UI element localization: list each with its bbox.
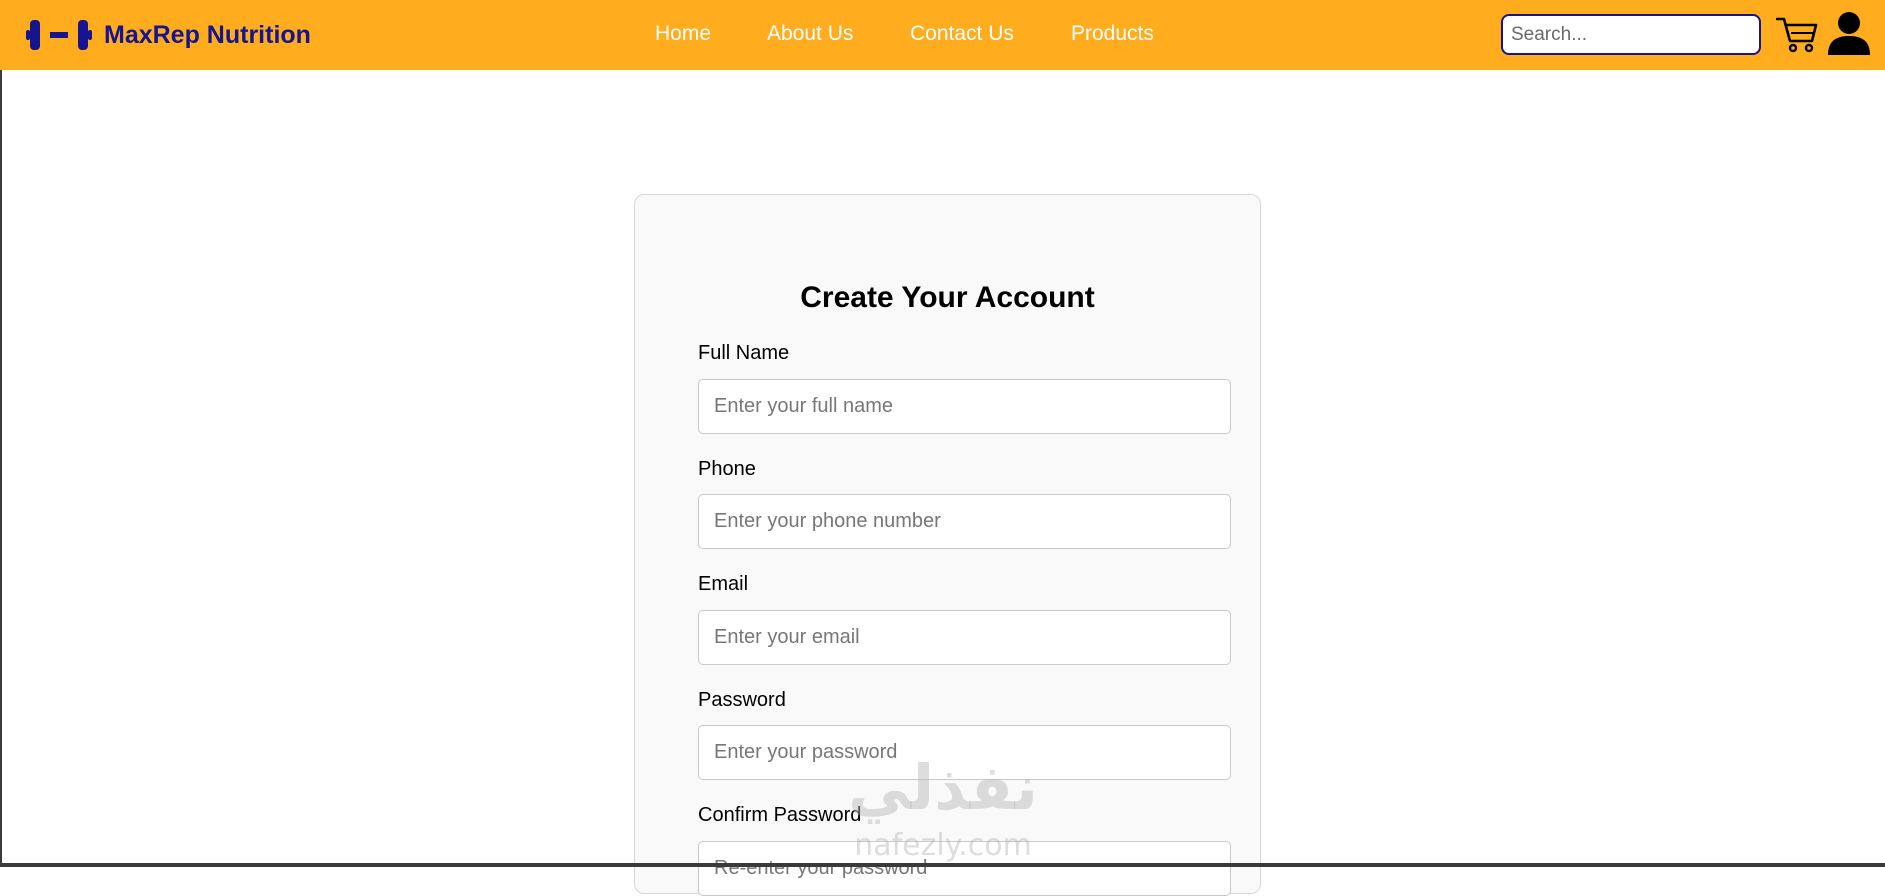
cart-icon[interactable] xyxy=(1776,16,1818,54)
full-name-label: Full Name xyxy=(698,342,790,364)
password-label: Password xyxy=(698,689,786,711)
nav-link-about-us[interactable]: About Us xyxy=(767,22,853,46)
search-input[interactable] xyxy=(1501,14,1761,55)
full-name-input[interactable] xyxy=(698,379,1231,434)
window-bottom-edge xyxy=(0,863,1885,867)
user-icon[interactable] xyxy=(1826,11,1872,55)
confirm-password-label: Confirm Password xyxy=(698,804,862,826)
nav-link-home[interactable]: Home xyxy=(655,22,711,46)
confirm-password-input[interactable] xyxy=(698,841,1231,896)
window-left-edge xyxy=(0,0,2,867)
email-input[interactable] xyxy=(698,610,1231,665)
form-title: Create Your Account xyxy=(800,281,1095,314)
phone-label: Phone xyxy=(698,458,756,480)
signup-form-card: Create Your Account Full Name Phone Emai… xyxy=(634,194,1261,896)
phone-input[interactable] xyxy=(698,494,1231,549)
navbar: MaxRep Nutrition Home About Us Contact U… xyxy=(0,0,1885,70)
email-label: Email xyxy=(698,573,749,595)
nav-link-contact-us[interactable]: Contact Us xyxy=(910,22,1014,46)
password-input[interactable] xyxy=(698,725,1231,780)
nav-link-products[interactable]: Products xyxy=(1071,22,1154,46)
